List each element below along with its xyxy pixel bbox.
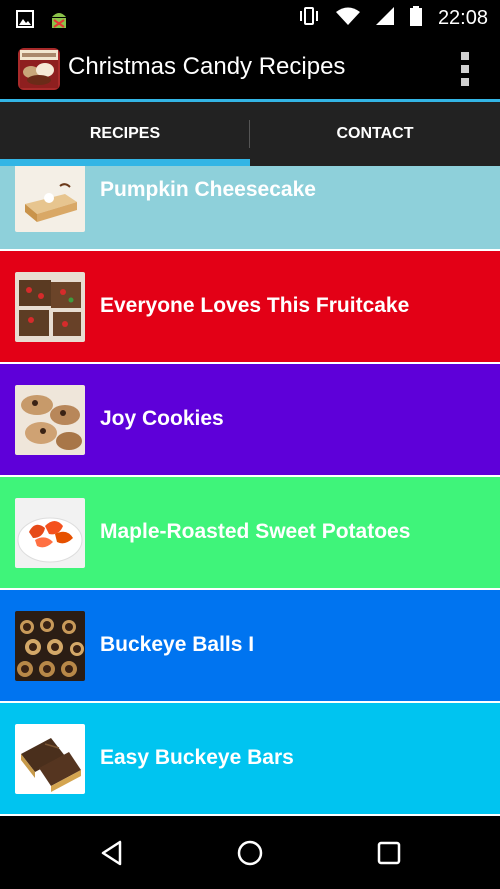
- app-icon[interactable]: [18, 48, 60, 90]
- list-item[interactable]: Easy Buckeye Bars: [0, 703, 500, 814]
- recipe-title: Maple-Roasted Sweet Potatoes: [100, 520, 411, 543]
- recipe-thumbnail: [15, 611, 85, 681]
- list-item[interactable]: Maple-Roasted Sweet Potatoes: [0, 477, 500, 588]
- list-item[interactable]: Buckeye Balls I: [0, 590, 500, 701]
- recipe-thumbnail: [15, 166, 85, 232]
- recipe-title: Buckeye Balls I: [100, 633, 255, 656]
- recipe-title: Easy Buckeye Bars: [100, 746, 294, 769]
- recipe-title: Joy Cookies: [100, 407, 224, 430]
- recipe-thumbnail: [15, 272, 85, 342]
- navigation-bar: [0, 816, 500, 889]
- tab-recipes[interactable]: RECIPES: [0, 102, 250, 166]
- signal-icon: [375, 6, 394, 30]
- clock: 22:08: [437, 6, 488, 29]
- recipe-list[interactable]: Pumpkin Cheesecake Everyone Loves This F…: [0, 166, 500, 816]
- list-item[interactable]: Joy Cookies: [0, 364, 500, 475]
- app-title: Christmas Candy Recipes: [68, 53, 346, 80]
- wifi-icon: [335, 7, 360, 30]
- recents-icon[interactable]: [372, 836, 406, 870]
- home-icon[interactable]: [233, 836, 267, 870]
- list-item[interactable]: Everyone Loves This Fruitcake: [0, 251, 500, 362]
- battery-icon: [409, 5, 422, 31]
- selected-tab-indicator: [0, 159, 250, 166]
- tab-contact[interactable]: CONTACT: [250, 102, 500, 166]
- image-icon: [16, 10, 34, 33]
- overflow-menu-icon[interactable]: [460, 52, 470, 86]
- back-icon[interactable]: [95, 836, 129, 870]
- action-bar: Christmas Candy Recipes: [0, 36, 500, 100]
- android-debug-icon: [48, 8, 70, 35]
- recipe-thumbnail: [15, 498, 85, 568]
- status-bar: 22:08: [0, 0, 500, 36]
- recipe-title: Everyone Loves This Fruitcake: [100, 294, 410, 317]
- list-item[interactable]: Pumpkin Cheesecake: [0, 166, 500, 249]
- vibrate-icon: [298, 6, 320, 31]
- recipe-thumbnail: [15, 385, 85, 455]
- recipe-title: Pumpkin Cheesecake: [100, 178, 316, 201]
- tab-bar: RECIPES CONTACT: [0, 102, 500, 166]
- recipe-thumbnail: [15, 724, 85, 794]
